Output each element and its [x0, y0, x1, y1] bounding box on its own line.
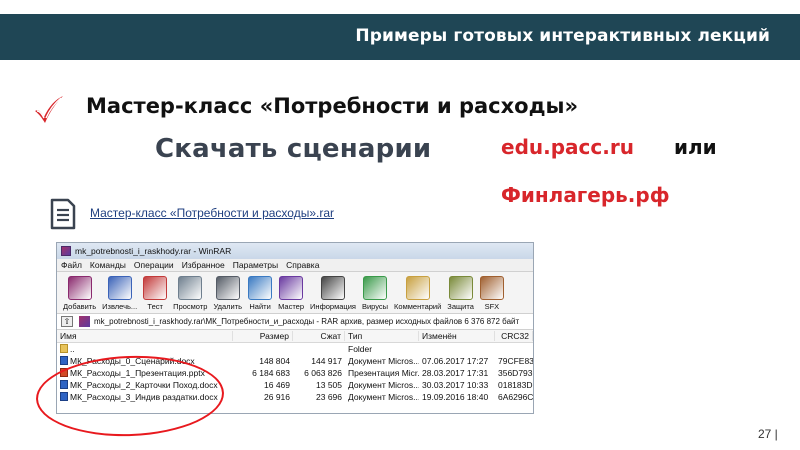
sfx-icon	[479, 276, 504, 300]
delete-icon	[215, 276, 240, 300]
cell-size: 148 804	[259, 356, 290, 366]
menu-item-help[interactable]: Справка	[286, 260, 319, 270]
virus-icon	[363, 276, 387, 300]
column-header-name[interactable]: Имя	[57, 331, 233, 341]
table-row[interactable]: .. Folder	[57, 343, 533, 355]
cell-modified: 19.09.2016 18:40	[422, 392, 489, 402]
cell-type: Презентация Micr...	[348, 368, 419, 378]
extract-icon	[107, 276, 132, 300]
toolbar-button-label: Вирусы	[361, 302, 389, 311]
or-text: или	[674, 135, 717, 159]
toolbar-button-label: Защита	[447, 302, 474, 311]
toolbar-button-label: Просмотр	[173, 302, 208, 311]
winrar-title-bar: mk_potrebnosti_i_raskhody.rar - WinRAR	[57, 243, 533, 259]
cell-name: ..	[57, 344, 233, 354]
toolbar-button-extract[interactable]: Извлечь...	[100, 276, 139, 313]
toolbar-button-label: Мастер	[278, 302, 305, 311]
toolbar-button-protect[interactable]: Защита	[445, 276, 476, 313]
comment-icon	[405, 276, 430, 300]
file-name: ..	[70, 344, 75, 354]
toolbar-button-virus[interactable]: Вирусы	[360, 276, 390, 313]
checkmark-icon	[35, 96, 63, 123]
cell-crc: 018183D6	[498, 380, 533, 390]
menu-item-file[interactable]: Файл	[61, 260, 82, 270]
cell-type: Документ Micros...	[348, 392, 419, 402]
docx-file-icon	[60, 356, 68, 365]
page-number: 27 |	[758, 427, 778, 441]
download-title: Скачать сценарии	[155, 134, 432, 164]
toolbar-button-find[interactable]: Найти	[246, 276, 274, 313]
column-header-packed[interactable]: Сжат	[293, 331, 345, 341]
cell-crc: 356D7936	[498, 368, 533, 378]
cell-packed: 13 505	[316, 380, 342, 390]
toolbar-button-sfx[interactable]: SFX	[478, 276, 506, 313]
cell-modified: 28.03.2017 17:31	[422, 368, 489, 378]
toolbar-button-label: Комментарий	[394, 302, 442, 311]
slide-heading: Мастер-класс «Потребности и расходы»	[86, 94, 579, 118]
find-icon	[248, 276, 273, 300]
winrar-title: mk_potrebnosti_i_raskhody.rar - WinRAR	[75, 246, 232, 256]
archive-path: mk_potrebnosti_i_raskhody.rar\МК_Потребн…	[94, 317, 520, 326]
file-download-link[interactable]: Мастер-класс «Потребности и расходы».rar	[90, 206, 334, 220]
toolbar-button-view[interactable]: Просмотр	[171, 276, 209, 313]
cell-modified: 30.03.2017 10:33	[422, 380, 489, 390]
up-folder-button[interactable]: ⇧	[61, 316, 73, 327]
protect-icon	[448, 276, 473, 300]
cell-type: Folder	[348, 344, 373, 354]
header-title: Примеры готовых интерактивных лекций	[355, 26, 770, 46]
column-header-crc[interactable]: CRC32	[495, 331, 533, 341]
folder-file-icon	[60, 344, 68, 353]
cell-size: 16 469	[264, 380, 290, 390]
winrar-menu-bar: Файл Команды Операции Избранное Параметр…	[57, 259, 533, 272]
winrar-app-icon	[61, 246, 71, 256]
menu-item-favorites[interactable]: Избранное	[182, 260, 225, 270]
test-icon	[143, 276, 168, 300]
header-bar: Примеры готовых интерактивных лекций	[0, 14, 800, 60]
toolbar-button-label: Извлечь...	[102, 302, 138, 311]
menu-item-options[interactable]: Параметры	[233, 260, 278, 270]
toolbar-button-label: Найти	[249, 302, 271, 311]
toolbar-button-label: Тест	[147, 302, 163, 311]
cell-modified: 07.06.2017 17:27	[422, 356, 489, 366]
cell-packed: 6 063 826	[304, 368, 342, 378]
toolbar-button-comment[interactable]: Комментарий	[392, 276, 443, 313]
cell-crc: 79CFE832	[498, 356, 533, 366]
column-header-type[interactable]: Тип	[345, 331, 419, 341]
cell-size: 6 184 683	[252, 368, 290, 378]
toolbar-button-delete[interactable]: Удалить	[211, 276, 244, 313]
column-header-modified[interactable]: Изменён	[419, 331, 495, 341]
toolbar-button-label: Информация	[310, 302, 356, 311]
winrar-path-bar: ⇧ mk_potrebnosti_i_raskhody.rar\МК_Потре…	[57, 314, 533, 330]
cell-packed: 144 917	[311, 356, 342, 366]
toolbar-button-test[interactable]: Тест	[141, 276, 169, 313]
cell-type: Документ Micros...	[348, 356, 419, 366]
toolbar-button-info[interactable]: Информация	[308, 276, 358, 313]
toolbar-button-label: Удалить	[213, 302, 243, 311]
menu-item-commands[interactable]: Команды	[90, 260, 126, 270]
winrar-toolbar: Добавить Извлечь... Тест Просмотр Удалить Най…	[57, 272, 533, 314]
wizard-icon	[279, 276, 304, 300]
cell-packed: 23 696	[316, 392, 342, 402]
toolbar-button-label: SFX	[484, 302, 500, 311]
info-icon	[320, 276, 345, 300]
site-link-edu-pacc[interactable]: edu.pacc.ru	[501, 135, 634, 159]
cell-crc: 6A6296C8	[498, 392, 533, 402]
site-link-finlager[interactable]: Финлагерь.рф	[501, 183, 670, 207]
menu-item-operations[interactable]: Операции	[134, 260, 174, 270]
cell-type: Документ Micros...	[348, 380, 419, 390]
archive-icon	[79, 316, 90, 327]
cell-size: 26 916	[264, 392, 290, 402]
toolbar-button-wizard[interactable]: Мастер	[276, 276, 306, 313]
view-icon	[178, 276, 203, 300]
document-icon	[50, 198, 76, 230]
toolbar-button-add[interactable]: Добавить	[61, 276, 98, 313]
add-icon	[67, 276, 92, 300]
toolbar-button-label: Добавить	[63, 302, 97, 311]
file-list-header: Имя Размер Сжат Тип Изменён CRC32	[57, 330, 533, 343]
column-header-size[interactable]: Размер	[233, 331, 293, 341]
